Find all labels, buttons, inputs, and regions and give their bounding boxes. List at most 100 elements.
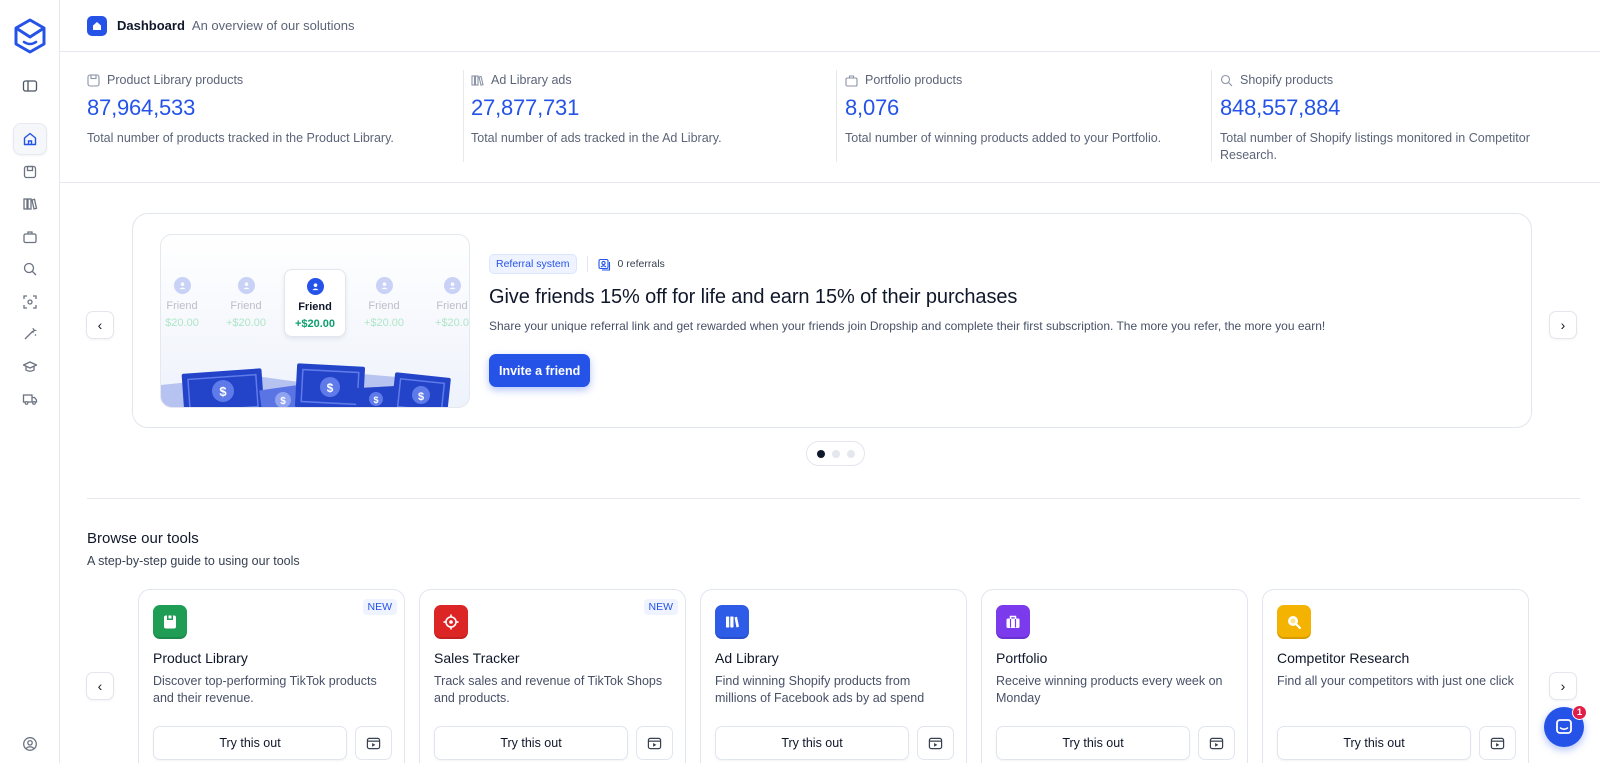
carousel-dot-2[interactable] [831,449,840,458]
video-play-icon [1209,737,1224,749]
stat-value: 27,877,731 [471,95,580,120]
truck-icon[interactable] [13,383,47,415]
tool-card-competitor-research: Competitor Research Find all your compet… [1262,589,1529,763]
graduation-cap-icon[interactable] [13,351,47,383]
magic-wand-icon[interactable] [13,318,47,350]
user-icon [237,277,255,294]
try-this-out-button[interactable]: Try this out [715,726,909,760]
stat-label: Product Library products [107,73,244,87]
svg-text:$: $ [327,381,334,395]
stats-row: Product Library products 87,964,533 Tota… [60,52,1600,183]
tools-next-button[interactable]: › [1549,672,1577,700]
svg-text:$: $ [280,396,286,407]
referral-count-label: 0 referrals [617,258,665,270]
referral-illustration: Friend $20.00 Friend +$20.00 Friend +$20… [160,234,470,408]
sales-tracker-icon [434,605,468,639]
divider [463,70,464,162]
try-this-out-button[interactable]: Try this out [434,726,628,760]
tool-card-portfolio: Portfolio Receive winning products every… [981,589,1248,763]
search-icon [1220,74,1233,86]
tools-section-subtitle: A step-by-step guide to using our tools [87,554,300,568]
invite-friend-button[interactable]: Invite a friend [489,354,591,387]
stat-value: 8,076 [845,95,900,120]
stat-description: Total number of winning products added t… [845,131,1162,145]
stat-value: 87,964,533 [87,95,196,120]
stat-shopify: Shopify products 848,557,884 Total numbe… [1220,52,1540,183]
carousel-dot-3[interactable] [846,449,855,458]
ad-library-icon [715,605,749,639]
home-icon[interactable] [13,123,47,155]
chevron-left-icon: ‹ [97,317,103,333]
video-play-icon [1490,737,1505,749]
tool-card-ad-library: Ad Library Find winning Shopify products… [700,589,967,763]
chat-icon [1556,719,1572,734]
svg-text:$: $ [219,384,227,399]
chevron-right-icon: › [1560,317,1566,333]
stat-product-library: Product Library products 87,964,533 Tota… [87,52,447,183]
try-this-out-button[interactable]: Try this out [153,726,347,760]
portfolio-icon [996,605,1030,639]
search-icon [1277,605,1311,639]
video-tutorial-button[interactable] [917,726,954,760]
video-tutorial-button[interactable] [1198,726,1235,760]
referral-promo-card: Friend $20.00 Friend +$20.00 Friend +$20… [132,213,1532,428]
video-tutorial-button[interactable] [355,726,392,760]
video-tutorial-button[interactable] [636,726,673,760]
card-title: Competitor Research [1277,650,1410,666]
stat-description: Total number of Shopify listings monitor… [1220,131,1530,162]
portfolio-icon [845,74,858,87]
carousel-pagination [806,441,865,466]
stat-label: Ad Library ads [491,73,572,87]
friend-tile: Friend +$20.0 [421,269,469,337]
video-play-icon [647,737,662,749]
new-badge: NEW [362,599,397,615]
card-description: Discover top-performing TikTok products … [153,674,377,705]
video-play-icon [366,737,381,749]
product-library-icon [153,605,187,639]
ad-library-icon[interactable] [13,188,47,220]
friend-tile: Friend +$20.00 [353,269,415,337]
try-this-out-button[interactable]: Try this out [996,726,1190,760]
search-icon[interactable] [13,253,47,285]
stat-description: Total number of products tracked in the … [87,131,394,145]
user-icon [173,277,191,294]
card-title: Portfolio [996,650,1048,666]
divider [586,256,588,272]
product-library-icon[interactable] [13,156,47,188]
friend-tile: Friend +$20.00 [215,269,277,337]
friend-tile-highlighted: Friend +$20.00 [284,269,346,337]
carousel-prev-button[interactable]: ‹ [86,311,114,339]
friend-tile: Friend $20.00 [161,269,213,337]
sidebar [0,0,60,763]
scan-icon[interactable] [13,286,47,318]
tools-prev-button[interactable]: ‹ [86,672,114,700]
video-tutorial-button[interactable] [1479,726,1516,760]
carousel-dot-1[interactable] [816,449,825,458]
user-icon [375,277,393,294]
logo-icon[interactable] [13,18,47,54]
card-title: Sales Tracker [434,650,520,666]
user-circle-icon[interactable] [13,728,47,760]
promo-description: Share your unique referral link and get … [489,319,1326,333]
svg-text:$: $ [418,391,424,403]
layout-panel-icon[interactable] [13,70,47,102]
carousel-next-button[interactable]: › [1549,311,1577,339]
chat-notification-badge: 1 [1572,705,1587,720]
portfolio-icon[interactable] [13,221,47,253]
referral-count: 0 referrals [597,258,665,271]
try-this-out-button[interactable]: Try this out [1277,726,1471,760]
stat-label: Shopify products [1240,73,1334,87]
stat-value: 848,557,884 [1220,95,1341,120]
referral-system-badge: Referral system [489,254,577,274]
user-icon [306,278,324,295]
tools-section-title: Browse our tools [87,530,199,547]
page-title: Dashboard [117,18,185,33]
chevron-right-icon: › [1560,678,1566,694]
page-subtitle: An overview of our solutions [191,18,355,33]
new-badge: NEW [643,599,678,615]
card-title: Ad Library [715,650,779,666]
page-header: Dashboard An overview of our solutions [60,0,1600,52]
divider [1211,70,1212,162]
tool-card-sales-tracker: NEW Sales Tracker Track sales and revenu… [419,589,686,763]
divider [836,70,837,162]
